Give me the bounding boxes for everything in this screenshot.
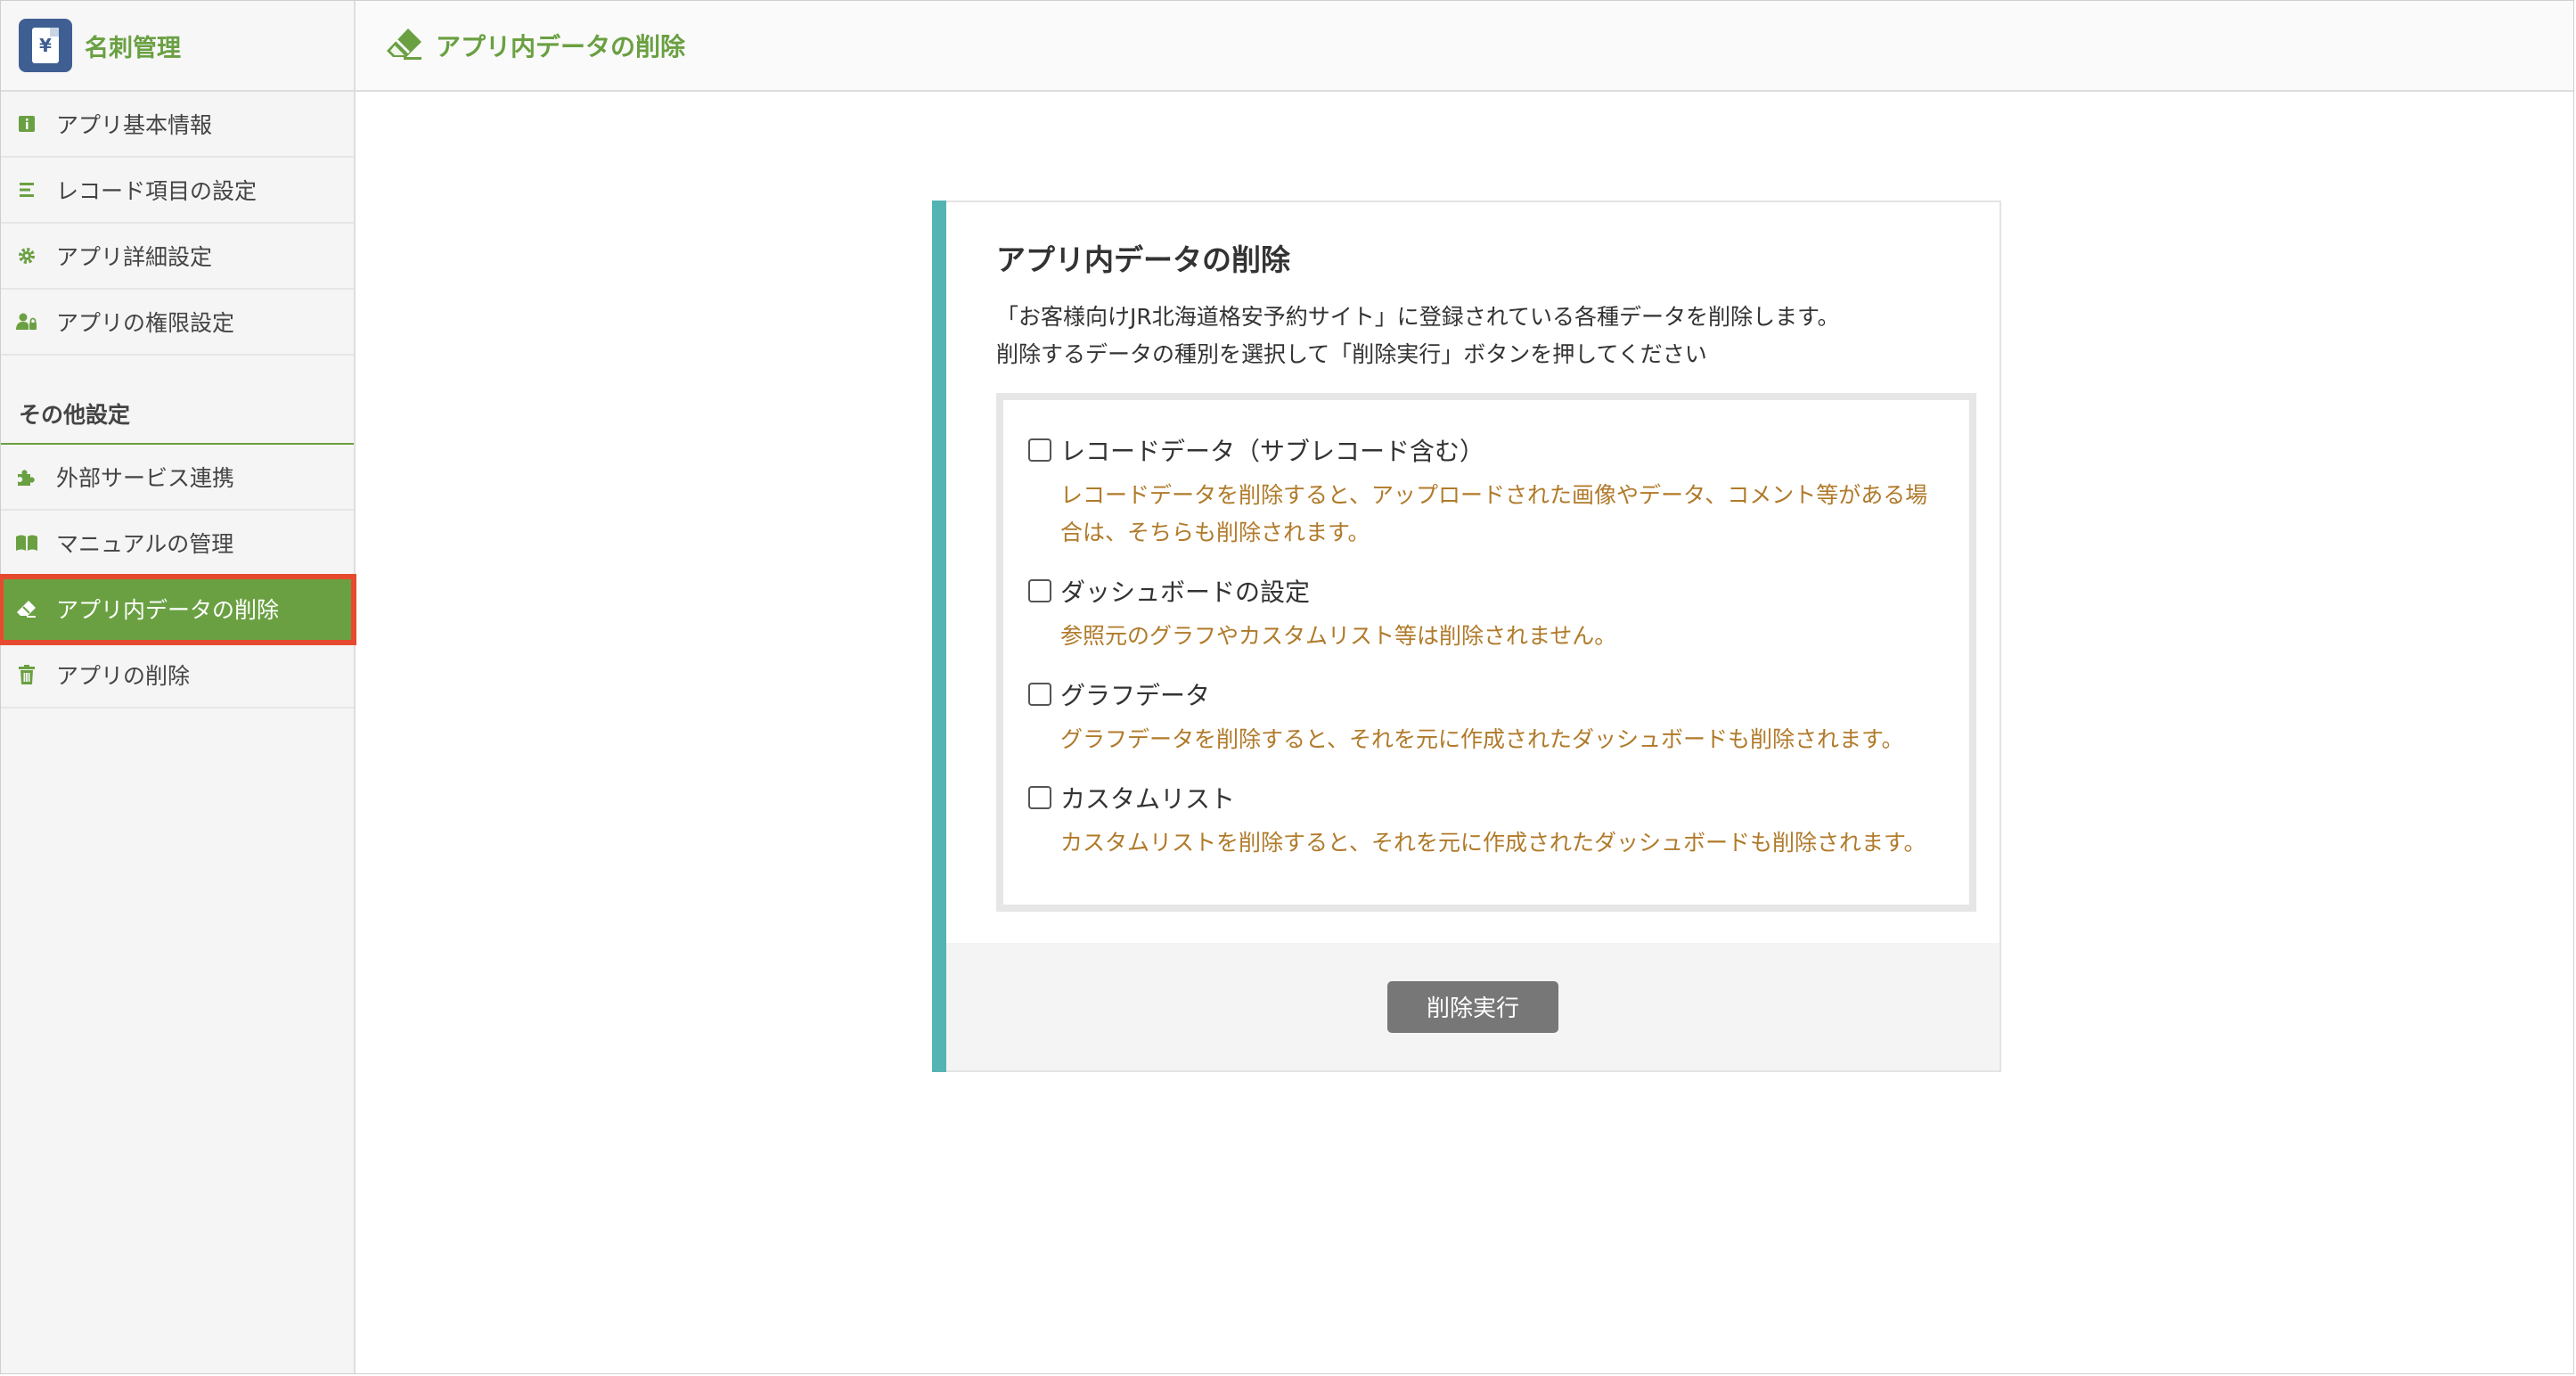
option-graph-data: グラフデータ グラフデータを削除すると、それを元に作成されたダッシュボードも削除… [1028,676,1944,758]
options-box: レコードデータ（サブレコード含む） レコードデータを削除すると、アップロードされ… [996,393,1976,912]
sidebar-item-permissions[interactable]: アプリの権限設定 [1,290,354,356]
document-yen-icon: ¥ [32,28,59,63]
sidebar-item-label: 外部サービス連携 [56,465,235,491]
custom-list-checkbox[interactable] [1028,786,1051,809]
section-title-other-settings: その他設定 [1,384,354,445]
trash-icon [15,663,38,686]
app-logo: ¥ [19,19,72,72]
puzzle-icon [15,465,38,488]
option-label-text: ダッシュボードの設定 [1060,577,1311,607]
sidebar-item-label: アプリの削除 [56,663,191,689]
option-label-text: カスタムリスト [1060,784,1236,814]
page-header: アプリ内データの削除 [356,1,2573,92]
info-icon [15,112,38,135]
option-label-text: グラフデータ [1060,681,1211,710]
description-line-1: 「お客様向けJR北海道格安予約サイト」に登録されている各種データを削除します。 [996,304,1840,330]
sidebar-item-label: レコード項目の設定 [56,178,258,204]
sidebar-item-record-fields[interactable]: レコード項目の設定 [1,158,354,224]
sidebar-item-basic-info[interactable]: アプリ基本情報 [1,92,354,158]
page-title: アプリ内データの削除 [436,32,686,61]
delete-data-card: アプリ内データの削除 「お客様向けJR北海道格安予約サイト」に登録されている各種… [932,201,2001,1072]
card-footer: 削除実行 [946,943,1999,1070]
execute-delete-button[interactable]: 削除実行 [1387,980,1558,1033]
option-note: グラフデータを削除すると、それを元に作成されたダッシュボードも削除されます。 [1060,726,1904,752]
sidebar-item-detail-settings[interactable]: アプリ詳細設定 [1,224,354,290]
card-title: アプリ内データの削除 [996,242,1290,277]
option-record-data: レコードデータ（サブレコード含む） レコードデータを削除すると、アップロードされ… [1028,432,1944,552]
sidebar-item-manuals[interactable]: マニュアルの管理 [1,511,354,577]
option-label[interactable]: グラフデータ [1028,676,1944,712]
sidebar-item-label: アプリ基本情報 [56,112,213,138]
option-label[interactable]: レコードデータ（サブレコード含む） [1028,432,1944,468]
option-note: カスタムリストを削除すると、それを元に作成されたダッシュボードも削除されます。 [1060,830,1926,856]
sidebar-item-external-services[interactable]: 外部サービス連携 [1,445,354,511]
list-icon [15,178,38,201]
description: 「お客様向けJR北海道格安予約サイト」に登録されている各種データを削除します。 … [996,299,1962,373]
option-custom-list: カスタムリスト カスタムリストを削除すると、それを元に作成されたダッシュボードも… [1028,780,1944,862]
option-note: 参照元のグラフやカスタムリスト等は削除されません。 [1060,623,1617,649]
eraser-icon [384,26,425,65]
option-label[interactable]: ダッシュボードの設定 [1028,573,1944,609]
record-data-checkbox[interactable] [1028,438,1051,462]
option-note: レコードデータを削除すると、アップロードされた画像やデータ、コメント等がある場合… [1060,482,1928,545]
graph-data-checkbox[interactable] [1028,683,1051,706]
sidebar-item-label: アプリの権限設定 [56,310,235,336]
dashboard-settings-checkbox[interactable] [1028,579,1051,602]
user-lock-icon [15,310,38,333]
book-icon [15,531,38,554]
card-body: アプリ内データの削除 「お客様向けJR北海道格安予約サイト」に登録されている各種… [946,202,1999,945]
app-header: ¥ 名刺管理 [1,1,354,92]
description-line-2: 削除するデータの種別を選択して「削除実行」ボタンを押してください [996,341,1707,367]
sidebar: ¥ 名刺管理 アプリ基本情報 レコード項目の設定 アプリ詳細設定 アプリの権限設… [0,1,356,1373]
option-label-text: レコードデータ（サブレコード含む） [1060,437,1485,466]
sidebar-item-label: マニュアルの管理 [56,531,234,557]
sidebar-item-delete-app[interactable]: アプリの削除 [1,643,354,708]
sidebar-item-label: アプリ内データの削除 [56,597,280,623]
option-label[interactable]: カスタムリスト [1028,780,1944,815]
gear-icon [15,244,38,267]
sidebar-item-label: アプリ詳細設定 [56,244,213,270]
option-dashboard-settings: ダッシュボードの設定 参照元のグラフやカスタムリスト等は削除されません。 [1028,573,1944,655]
card-accent-bar [932,201,946,1072]
sidebar-item-delete-app-data[interactable]: アプリ内データの削除 [0,574,356,645]
app-name[interactable]: 名刺管理 [85,29,181,63]
eraser-icon [15,597,38,620]
